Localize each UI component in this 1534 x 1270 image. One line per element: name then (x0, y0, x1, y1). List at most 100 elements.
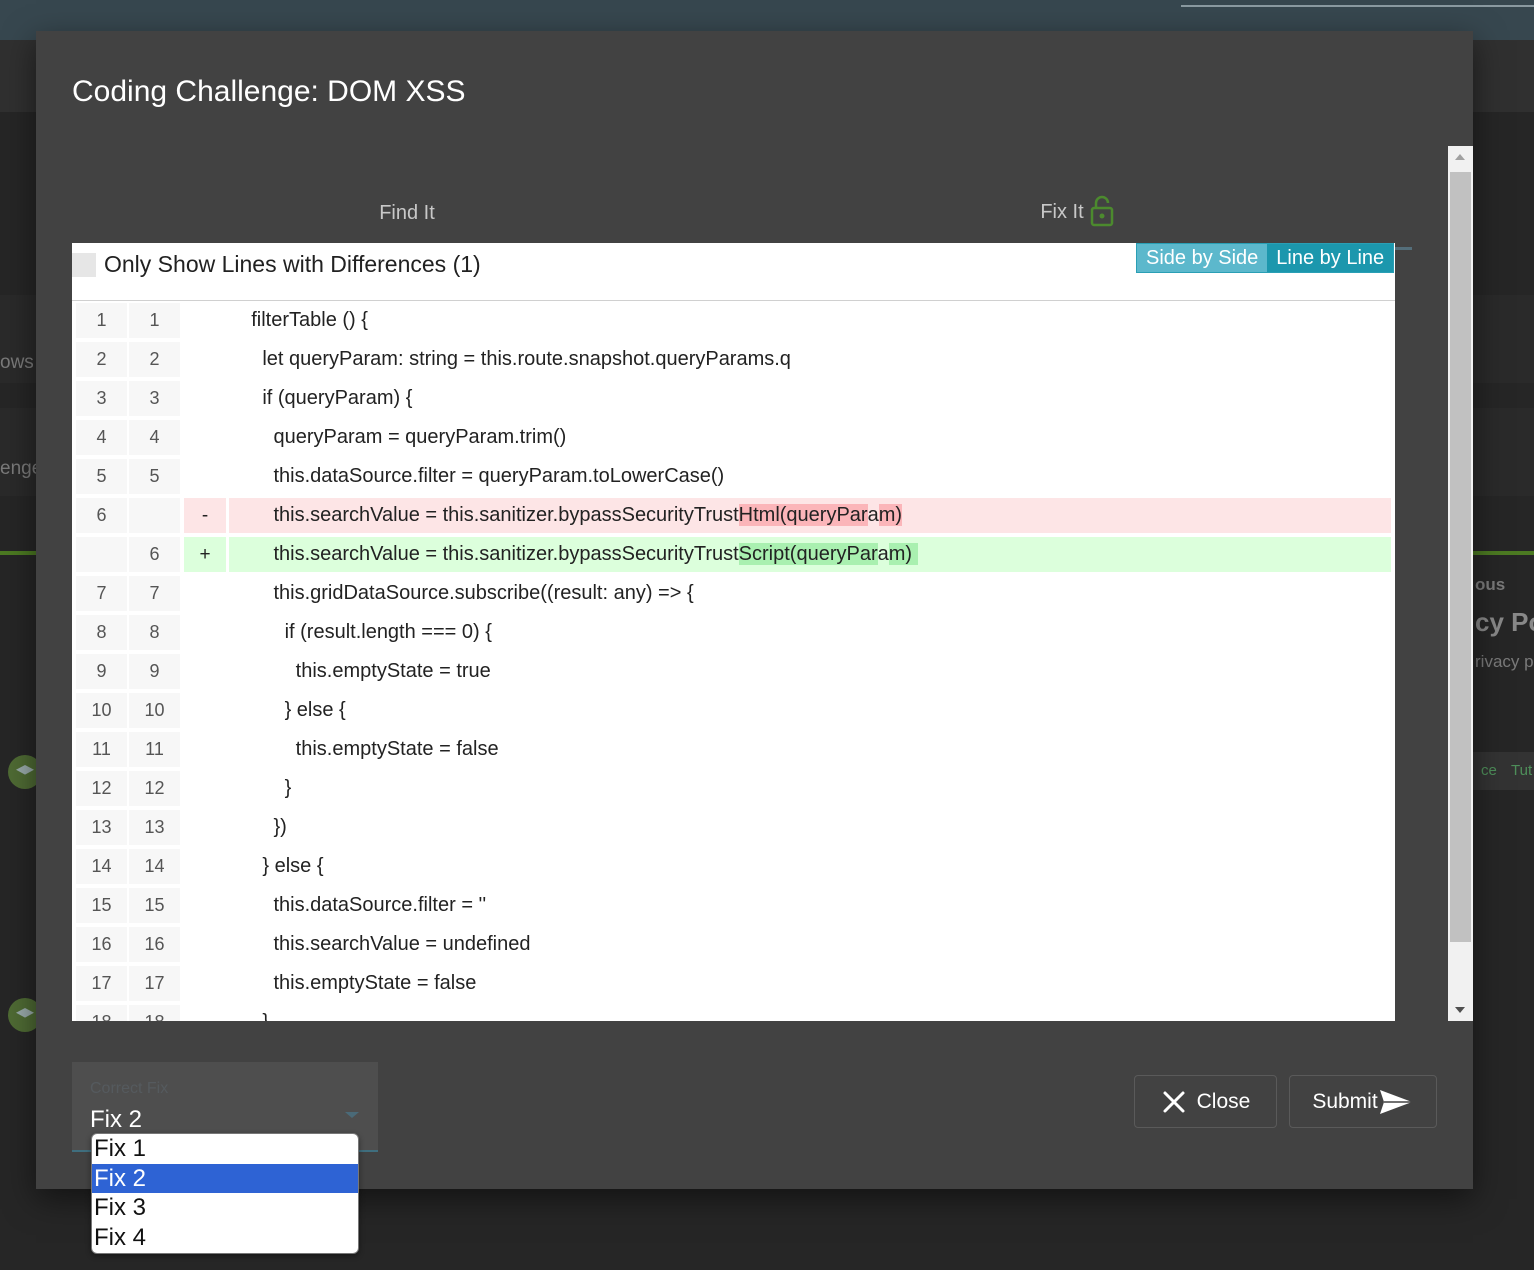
bg-text: rivacy p (1475, 652, 1534, 671)
old-line-number: 8 (76, 615, 127, 650)
diff-line: 12 12 } (72, 769, 1395, 808)
code-segment: a (877, 543, 889, 565)
code-change-highlight: m) (888, 543, 918, 565)
diff-line: 44 queryParam = queryParam.trim() (72, 418, 1395, 457)
diff-sign (184, 576, 226, 611)
code-change-highlight: Html(queryPar (738, 504, 868, 526)
diff-sign (184, 732, 226, 767)
code-text: this.gridDataSource.subscribe((result: a… (229, 582, 694, 604)
new-line-number: 13 (129, 810, 180, 845)
diff-line: 13 13 }) (72, 808, 1395, 847)
line-by-line-button[interactable]: Line by Line (1267, 244, 1394, 272)
new-line-number: 16 (129, 927, 180, 962)
new-line-number: 3 (129, 381, 180, 416)
diff-line-inserted: 6 + this.searchValue = this.sanitizer.byp… (72, 535, 1395, 574)
close-button[interactable]: Close (1134, 1075, 1277, 1128)
code-text: this.searchValue = this.sanitizer.bypass… (229, 498, 1391, 533)
old-line-number: 18 (76, 1005, 127, 1021)
diff-line: 17 17 this.emptyState = false (72, 964, 1395, 1003)
code-segment: this.searchValue = this.sanitizer.bypass… (229, 504, 739, 526)
new-line-number: 14 (129, 849, 180, 884)
new-line-number: 6 (129, 537, 180, 572)
code-text: } (229, 1005, 1391, 1021)
diff-line: 15 15 this.dataSource.filter = '' (72, 886, 1395, 925)
diff-line: 22 let queryParam: string = this.route.s… (72, 340, 1395, 379)
code-segment: a (867, 504, 879, 526)
side-by-side-button[interactable]: Side by Side (1137, 244, 1268, 272)
diff-line: 99 this.emptyState = true (72, 652, 1395, 691)
new-line-number: 7 (129, 576, 180, 611)
code-text: } else { (229, 699, 346, 721)
code-change-highlight: Script(queryPar (738, 543, 878, 565)
diff-line: 11 filterTable () { (72, 301, 1395, 340)
diff-sign (184, 771, 226, 806)
close-label: Close (1196, 1089, 1251, 1113)
option-fix-1[interactable]: Fix 1 (92, 1134, 358, 1164)
dialog-scrollbar[interactable] (1448, 146, 1473, 1021)
old-line-number (76, 537, 127, 572)
bg-divider (0, 551, 36, 555)
new-line-number: 15 (129, 888, 180, 923)
code-diff-viewer: Only Show Lines with Differences (1) Sid… (72, 243, 1395, 1021)
new-line-number: 4 (129, 420, 180, 455)
coding-challenge-dialog: Coding Challenge: DOM XSS Find It Fix It… (36, 31, 1473, 1189)
code-text: this.emptyState = false (229, 738, 499, 760)
old-line-number: 4 (76, 420, 127, 455)
submit-button[interactable]: Submit (1289, 1075, 1437, 1128)
code-text: let queryParam: string = this.route.snap… (229, 348, 791, 370)
code-text: filterTable () { (229, 309, 368, 331)
code-segment: this.searchValue = this.sanitizer.bypass… (229, 543, 739, 565)
option-fix-3[interactable]: Fix 3 (92, 1193, 358, 1223)
diff-line: 77 this.gridDataSource.subscribe((result… (72, 574, 1395, 613)
option-fix-2[interactable]: Fix 2 (92, 1163, 358, 1193)
diff-sign (184, 888, 226, 923)
code-text: this.searchValue = this.sanitizer.bypass… (229, 537, 1391, 572)
code-text: if (queryParam) { (229, 387, 413, 409)
bg-text: ous (1475, 575, 1506, 594)
diff-sign (184, 693, 226, 728)
old-line-number: 7 (76, 576, 127, 611)
diff-line: 16 16 this.searchValue = undefined (72, 925, 1395, 964)
old-line-number: 3 (76, 381, 127, 416)
scroll-thumb[interactable] (1450, 172, 1471, 942)
diff-lines: 11 filterTable () { 22 let queryParam: s… (72, 301, 1395, 1021)
scroll-up-arrow-icon[interactable] (1448, 146, 1473, 168)
code-text: } (229, 777, 292, 799)
old-line-number: 17 (76, 966, 127, 1001)
new-line-number: 18 (129, 1005, 180, 1021)
tab-bar: Find It Fix It (72, 178, 1412, 250)
option-fix-4[interactable]: Fix 4 (92, 1223, 358, 1253)
code-text: } else { (229, 855, 324, 877)
select-label: Correct Fix (90, 1080, 169, 1097)
code-text: this.dataSource.filter = queryParam.toLo… (229, 465, 725, 487)
new-line-number: 2 (129, 342, 180, 377)
bg-chip: ce (1473, 752, 1505, 790)
old-line-number: 14 (76, 849, 127, 884)
diff-line: 10 10 } else { (72, 691, 1395, 730)
old-line-number: 10 (76, 693, 127, 728)
bg-text: ows (0, 352, 34, 373)
diff-sign (184, 654, 226, 689)
submit-label: Submit (1312, 1089, 1378, 1113)
code-change-highlight: m) (878, 504, 903, 526)
new-line-number: 17 (129, 966, 180, 1001)
tab-label: Fix It (1040, 201, 1084, 223)
diff-sign (184, 342, 226, 377)
new-line-number: 1 (129, 303, 180, 338)
old-line-number: 9 (76, 654, 127, 689)
code-text: this.emptyState = true (229, 660, 491, 682)
code-text: queryParam = queryParam.trim() (229, 426, 567, 448)
bg-text: cy Po (1475, 607, 1534, 637)
tab-fix-it[interactable]: Fix It (742, 178, 1412, 250)
new-line-number (129, 498, 180, 533)
x-icon (1163, 1091, 1185, 1112)
tab-find-it[interactable]: Find It (72, 178, 742, 249)
code-text: this.dataSource.filter = '' (229, 894, 487, 916)
diff-sign (184, 849, 226, 884)
scroll-down-arrow-icon[interactable] (1448, 999, 1473, 1021)
new-line-number: 10 (129, 693, 180, 728)
old-line-number: 11 (76, 732, 127, 767)
old-line-number: 13 (76, 810, 127, 845)
paper-plane-icon (1379, 1089, 1412, 1114)
only-differences-checkbox[interactable] (72, 253, 96, 277)
